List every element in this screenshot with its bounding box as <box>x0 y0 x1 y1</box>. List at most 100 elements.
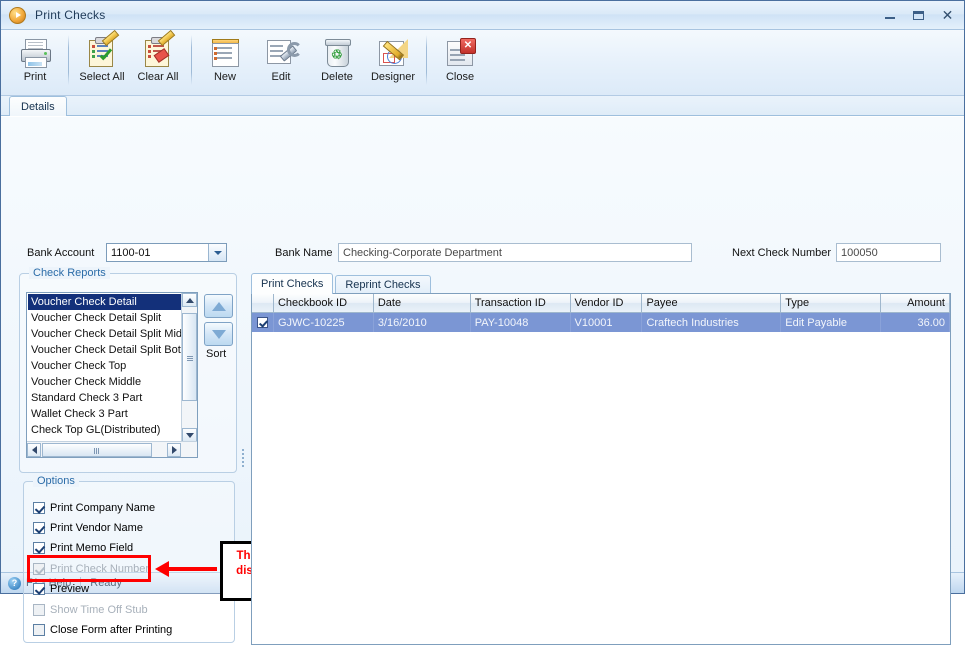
bank-name-field[interactable]: Checking-Corporate Department <box>338 243 692 262</box>
designer-button[interactable]: Designer <box>365 33 421 89</box>
list-item[interactable]: Check Top GL(Distributed) <box>28 422 182 438</box>
table-row[interactable]: GJWC-10225 3/16/2010 PAY-10048 V10001 Cr… <box>252 313 950 332</box>
checkbox-icon[interactable] <box>33 542 45 554</box>
checkbox-icon[interactable] <box>33 583 45 595</box>
vertical-scroll-thumb[interactable] <box>182 313 197 401</box>
list-item[interactable]: Voucher Check Detail Split <box>28 310 182 326</box>
option-label: Print Company Name <box>50 502 155 514</box>
row-select-cell[interactable] <box>252 313 274 332</box>
listbox-horizontal-scrollbar[interactable] <box>27 441 197 457</box>
checks-tab-strip: Print Checks Reprint Checks <box>251 273 433 294</box>
new-button[interactable]: New <box>197 33 253 89</box>
option-label: Show Time Off Stub <box>50 604 148 616</box>
option-label: Print Memo Field <box>50 542 133 554</box>
list-item[interactable]: Voucher Check Detail Split Middle <box>28 326 182 342</box>
scroll-up-icon[interactable] <box>182 293 197 307</box>
print-checks-window: Print Checks ✕ Print Select All <box>0 0 965 594</box>
option-print-vendor-name[interactable]: Print Vendor Name <box>33 520 143 535</box>
clipboard-check-icon <box>86 37 118 68</box>
delete-button-label: Delete <box>321 71 353 83</box>
grid-header-select[interactable] <box>252 294 274 312</box>
designer-button-label: Designer <box>371 71 415 83</box>
edit-button[interactable]: Edit <box>253 33 309 89</box>
checkbox-icon[interactable] <box>33 502 45 514</box>
sort-down-icon <box>212 330 226 339</box>
printer-icon <box>19 37 51 68</box>
grid-header-transaction-id[interactable]: Transaction ID <box>471 294 571 312</box>
sort-up-icon <box>212 302 226 311</box>
window-title: Print Checks <box>35 8 105 22</box>
grid-header-type[interactable]: Type <box>781 294 881 312</box>
bank-name-label: Bank Name <box>275 247 332 259</box>
help-icon[interactable]: ? <box>8 577 21 590</box>
tab-details[interactable]: Details <box>9 96 67 116</box>
bank-account-combo[interactable]: 1100-01 <box>106 243 227 262</box>
check-reports-listbox[interactable]: Voucher Check Detail Voucher Check Detai… <box>26 292 198 458</box>
list-item[interactable]: Voucher Check Detail <box>28 294 182 310</box>
cell-date: 3/16/2010 <box>374 313 471 332</box>
grid-header-vendor-id[interactable]: Vendor ID <box>571 294 643 312</box>
grid-header-payee[interactable]: Payee <box>642 294 781 312</box>
checkbox-icon[interactable] <box>33 522 45 534</box>
print-button-label: Print <box>24 71 47 83</box>
cell-transaction-id: PAY-10048 <box>471 313 571 332</box>
checkbox-icon[interactable] <box>33 624 45 636</box>
edit-button-label: Edit <box>272 71 291 83</box>
new-document-icon <box>209 37 241 68</box>
list-item[interactable]: Wallet Check 3 Part <box>28 406 182 422</box>
next-check-number-label: Next Check Number <box>732 247 831 259</box>
designer-pencil-icon <box>377 37 409 68</box>
left-arrow-icon <box>155 561 169 577</box>
close-window-button[interactable]: ✕ <box>933 5 962 25</box>
cell-checkbook-id: GJWC-10225 <box>274 313 374 332</box>
annotation-highlight-box <box>27 555 151 582</box>
scroll-down-icon[interactable] <box>182 428 197 442</box>
scroll-right-icon[interactable] <box>167 443 181 457</box>
list-item[interactable]: Voucher Check Detail Split Bottom <box>28 342 182 358</box>
panel-splitter[interactable] <box>241 277 245 647</box>
grid-header-row: Checkbook ID Date Transaction ID Vendor … <box>252 294 950 313</box>
scroll-left-icon[interactable] <box>27 443 41 457</box>
grid-header-checkbook-id[interactable]: Checkbook ID <box>274 294 374 312</box>
minimize-button[interactable] <box>875 5 904 25</box>
wrench-document-icon <box>265 37 297 68</box>
list-item[interactable]: Voucher Check Middle <box>28 374 182 390</box>
bank-account-label: Bank Account <box>27 247 94 259</box>
toolbar-separator <box>68 35 69 85</box>
maximize-button[interactable] <box>904 5 933 25</box>
toolbar-separator <box>191 35 192 85</box>
play-circle-icon <box>9 7 26 24</box>
tab-reprint-checks[interactable]: Reprint Checks <box>335 275 430 294</box>
close-button[interactable]: ✕ Close <box>432 33 488 89</box>
option-print-company-name[interactable]: Print Company Name <box>33 500 155 515</box>
select-all-button[interactable]: Select All <box>74 33 130 89</box>
grid-header-amount[interactable]: Amount <box>881 294 950 312</box>
list-item[interactable]: Voucher Check Top <box>28 358 182 374</box>
grid-header-date[interactable]: Date <box>374 294 471 312</box>
new-button-label: New <box>214 71 236 83</box>
row-checkbox-icon[interactable] <box>257 317 268 328</box>
checkbox-icon <box>33 604 45 616</box>
cell-amount: 36.00 <box>881 313 950 332</box>
options-title: Options <box>33 475 79 487</box>
sort-down-button[interactable] <box>204 322 233 346</box>
list-item[interactable]: Standard Check 3 Part <box>28 390 182 406</box>
clipboard-eraser-icon <box>142 37 174 68</box>
option-show-time-off-stub: Show Time Off Stub <box>33 602 148 617</box>
check-reports-list: Voucher Check Detail Voucher Check Detai… <box>28 294 182 454</box>
horizontal-scroll-thumb[interactable] <box>42 443 152 457</box>
option-close-form-after-printing[interactable]: Close Form after Printing <box>33 622 172 637</box>
delete-button[interactable]: ♲ Delete <box>309 33 365 89</box>
sort-up-button[interactable] <box>204 294 233 318</box>
cell-type: Edit Payable <box>781 313 881 332</box>
next-check-number-field[interactable]: 100050 <box>836 243 941 262</box>
option-label: Print Vendor Name <box>50 522 143 534</box>
clear-all-button-label: Clear All <box>138 71 179 83</box>
chevron-down-icon[interactable] <box>208 244 226 261</box>
listbox-vertical-scrollbar[interactable] <box>181 293 197 442</box>
option-print-memo-field[interactable]: Print Memo Field <box>33 540 133 555</box>
checks-grid[interactable]: Checkbook ID Date Transaction ID Vendor … <box>251 293 951 645</box>
clear-all-button[interactable]: Clear All <box>130 33 186 89</box>
print-button[interactable]: Print <box>7 33 63 89</box>
tab-print-checks[interactable]: Print Checks <box>251 273 333 294</box>
